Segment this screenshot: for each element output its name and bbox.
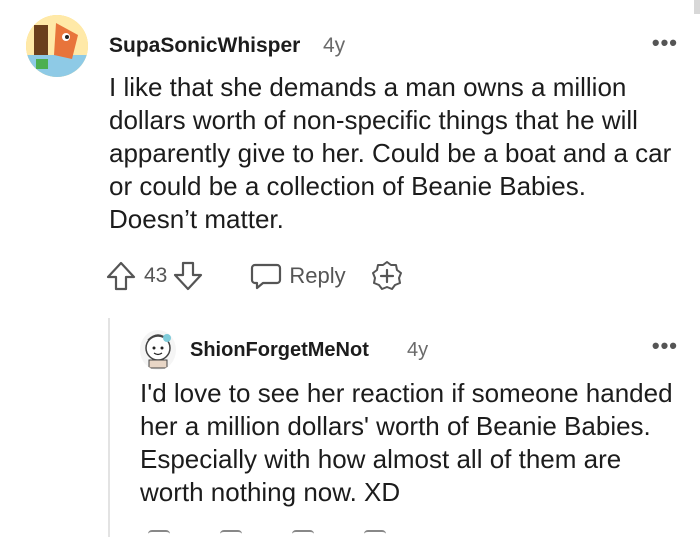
- award-plus-icon[interactable]: [370, 259, 404, 293]
- thread-line[interactable]: [108, 318, 110, 537]
- scrollbar-edge[interactable]: [694, 0, 700, 14]
- reply-bubble-icon: [249, 261, 283, 291]
- comment-age[interactable]: 4y: [323, 34, 345, 58]
- comment-actions: 43 Reply: [104, 258, 404, 294]
- comment-actions-cutoff: [148, 530, 386, 540]
- vote-count: 43: [144, 264, 168, 287]
- upvote-icon[interactable]: [104, 259, 138, 293]
- reply-button[interactable]: Reply: [249, 261, 346, 291]
- comment-author[interactable]: ShionForgetMeNot: [190, 339, 369, 362]
- more-options-icon[interactable]: •••: [652, 30, 678, 56]
- more-options-icon[interactable]: •••: [652, 333, 678, 359]
- comment-author[interactable]: SupaSonicWhisper: [109, 34, 300, 58]
- comment-body: I'd love to see her reaction if someone …: [140, 378, 673, 507]
- reply-label: Reply: [289, 263, 346, 288]
- avatar[interactable]: [140, 330, 176, 370]
- comment-age[interactable]: 4y: [407, 339, 428, 362]
- comment-body: I like that she demands a man owns a mil…: [109, 72, 672, 234]
- avatar[interactable]: [26, 15, 88, 77]
- downvote-icon[interactable]: [171, 259, 205, 293]
